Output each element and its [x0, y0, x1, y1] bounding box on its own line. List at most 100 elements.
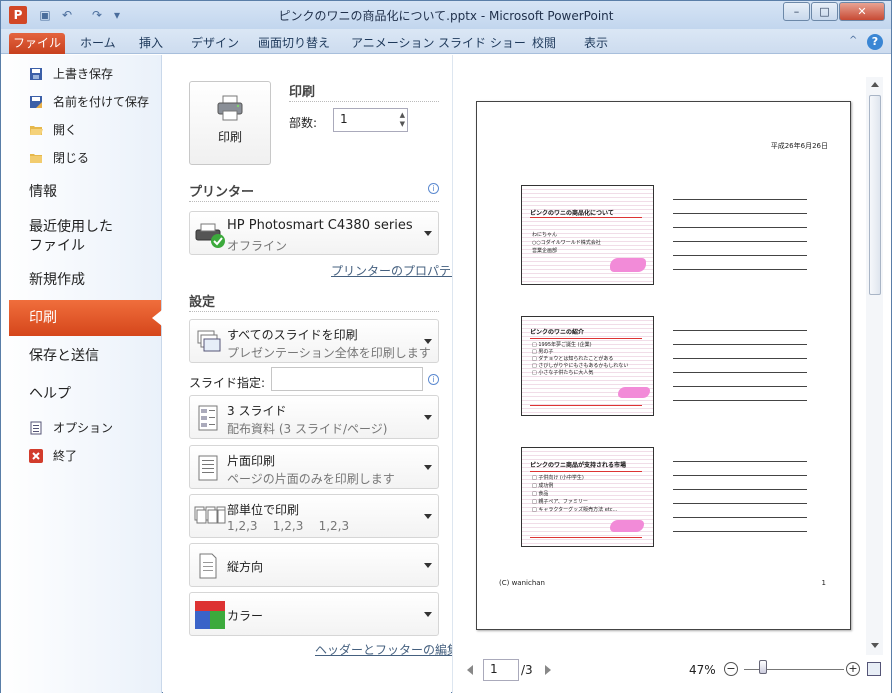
settings-heading: 設定	[189, 295, 216, 310]
zoom-in-button[interactable]: +	[846, 662, 860, 676]
tab-view[interactable]: 表示	[584, 33, 608, 54]
slide-thumbnail: ピンクのワニの商品化について わにちゃん ○○コダイルワールド株式会社 営業企画…	[521, 185, 654, 285]
divider	[189, 201, 439, 202]
sidebar-item-label: 名前を付けて保存	[53, 95, 150, 109]
print-button-label: 印刷	[217, 130, 242, 144]
handout-3-slides-icon	[198, 405, 218, 431]
sidebar-item-new[interactable]: 新規作成	[29, 271, 85, 290]
layout-sub: 配布資料 (3 スライド/ページ)	[227, 422, 388, 436]
slides-input[interactable]	[271, 367, 423, 391]
selected-pointer	[152, 310, 162, 326]
vertical-scrollbar[interactable]	[866, 77, 883, 655]
previous-page-icon[interactable]	[467, 665, 473, 675]
zoom-percentage[interactable]: 47%	[689, 663, 716, 677]
printer-properties-link[interactable]: プリンターのプロパティ	[331, 262, 462, 279]
sidebar-item-label: 上書き保存	[53, 67, 114, 81]
tab-insert[interactable]: 挿入	[139, 33, 163, 54]
divider	[289, 101, 439, 102]
slide-item: □ 小さな子供たちに大人気	[532, 370, 594, 376]
options-icon	[30, 421, 42, 435]
sidebar-item-print[interactable]: 印刷	[9, 300, 161, 336]
help-icon[interactable]: ?	[867, 34, 883, 50]
slide-title: ピンクのワニの紹介	[530, 329, 585, 336]
slide-title: ピンクのワニの商品化について	[530, 210, 614, 217]
zoom-out-button[interactable]: −	[724, 662, 738, 676]
tab-transitions[interactable]: 画面切り替え	[258, 33, 330, 54]
printer-status: オフライン	[227, 239, 288, 253]
slide-item: わにちゃん	[532, 232, 558, 238]
preview-page: 平成26年6月26日 ピンクのワニの商品化について わにちゃん ○○コダイルワー…	[476, 101, 851, 630]
sidebar-item-info[interactable]: 情報	[29, 183, 57, 202]
page-number: 1	[821, 579, 826, 587]
copies-stepper[interactable]: 1 ▲ ▼	[333, 108, 408, 132]
collation-title: 部単位で印刷	[227, 503, 300, 517]
collation-dropdown[interactable]: 部単位で印刷 1,2,3 1,2,3 1,2,3	[189, 494, 439, 538]
print-range-title: すべてのスライドを印刷	[227, 328, 358, 342]
save-as-icon	[30, 96, 42, 108]
sidebar-item-save-send[interactable]: 保存と送信	[29, 347, 99, 366]
color-title: カラー	[227, 609, 264, 623]
total-pages: /3	[521, 663, 533, 677]
tab-review[interactable]: 校閲	[532, 33, 556, 54]
sides-dropdown[interactable]: 片面印刷 ページの片面のみを印刷します	[189, 445, 439, 489]
sides-title: 片面印刷	[227, 454, 276, 468]
slide-title-rule	[530, 471, 642, 472]
tab-design[interactable]: デザイン	[191, 33, 239, 54]
printer-offline-icon	[195, 223, 225, 248]
tab-slideshow[interactable]: スライド ショー	[438, 33, 526, 54]
divider	[189, 311, 439, 312]
layout-dropdown[interactable]: 3 スライド 配布資料 (3 スライド/ページ)	[189, 395, 439, 439]
info-icon[interactable]: i	[428, 374, 439, 385]
info-icon[interactable]: i	[428, 183, 439, 194]
collated-icon	[194, 506, 226, 524]
portrait-icon	[199, 553, 217, 579]
zoom-slider-knob[interactable]	[759, 660, 767, 674]
dropdown-arrow-icon	[424, 231, 432, 236]
scroll-down-icon[interactable]	[871, 643, 879, 648]
slides-label: スライド指定:	[189, 376, 266, 390]
slide-item: □ さびしがりやにもさもあるかもしれない	[532, 363, 629, 369]
scroll-up-icon[interactable]	[871, 82, 879, 87]
slide-item: □ 1995年夢ご誕生 (企業)	[532, 342, 592, 348]
print-button[interactable]: 印刷	[189, 81, 271, 165]
zoom-to-page-icon[interactable]	[867, 662, 881, 676]
printer-dropdown[interactable]: HP Photosmart C4380 series オフライン	[189, 211, 439, 255]
maximize-button[interactable]: □	[811, 2, 838, 21]
print-preview-panel: 平成26年6月26日 ピンクのワニの商品化について わにちゃん ○○コダイルワー…	[452, 55, 891, 693]
orientation-dropdown[interactable]: 縦方向	[189, 543, 439, 587]
print-range-dropdown[interactable]: すべてのスライドを印刷 プレゼンテーション全体を印刷します	[189, 319, 439, 363]
slide-item: □ 男の子	[532, 349, 554, 355]
collation-sub: 1,2,3 1,2,3 1,2,3	[227, 519, 350, 533]
tab-animations[interactable]: アニメーション	[351, 33, 435, 54]
color-dropdown[interactable]: カラー	[189, 592, 439, 636]
slide-title-rule	[530, 217, 642, 218]
tab-home[interactable]: ホーム	[80, 33, 116, 54]
sidebar-item-recent[interactable]: 最近使用した ファイル	[29, 218, 113, 256]
scrollbar-thumb[interactable]	[869, 95, 881, 295]
slide-item: □ キャラクターグッズ販売方法 etc...	[532, 507, 618, 513]
edit-header-footer-link[interactable]: ヘッダーとフッターの編集	[315, 641, 459, 658]
spin-arrows-icon[interactable]: ▲ ▼	[400, 111, 405, 129]
close-folder-icon	[30, 154, 42, 163]
close-button[interactable]: ✕	[839, 2, 885, 21]
minimize-ribbon-icon[interactable]: ^	[849, 35, 857, 46]
page-date: 平成26年6月26日	[770, 142, 828, 150]
print-all-slides-icon	[197, 330, 221, 352]
powerpoint-window: P ▣ ↶ ↷ ▾ ピンクのワニの商品化について.pptx - Microsof…	[0, 0, 892, 693]
dropdown-arrow-icon	[424, 339, 432, 344]
orientation-title: 縦方向	[227, 560, 264, 574]
tab-file[interactable]: ファイル	[9, 33, 65, 54]
backstage-sidebar: 上書き保存 名前を付けて保存 開く 閉じる 情報 最近使用した ファイル 新規作…	[1, 55, 162, 693]
minimize-button[interactable]: –	[783, 2, 810, 21]
next-page-icon[interactable]	[545, 665, 551, 675]
sidebar-recent-line1: 最近使用した	[29, 219, 113, 235]
page-footer: (C) wanichan	[499, 579, 545, 587]
slide-item: □ 成功例	[532, 483, 554, 489]
sidebar-item-help[interactable]: ヘルプ	[29, 385, 71, 404]
print-settings-panel: 印刷 印刷 部数: 1 ▲ ▼ プリンター i HP Photosmart C43…	[163, 55, 462, 693]
pink-crocodile-image	[610, 258, 646, 272]
page-number-input[interactable]: 1	[483, 659, 519, 681]
open-folder-icon	[30, 126, 43, 135]
copies-value: 1	[340, 112, 348, 126]
dropdown-arrow-icon	[424, 415, 432, 420]
